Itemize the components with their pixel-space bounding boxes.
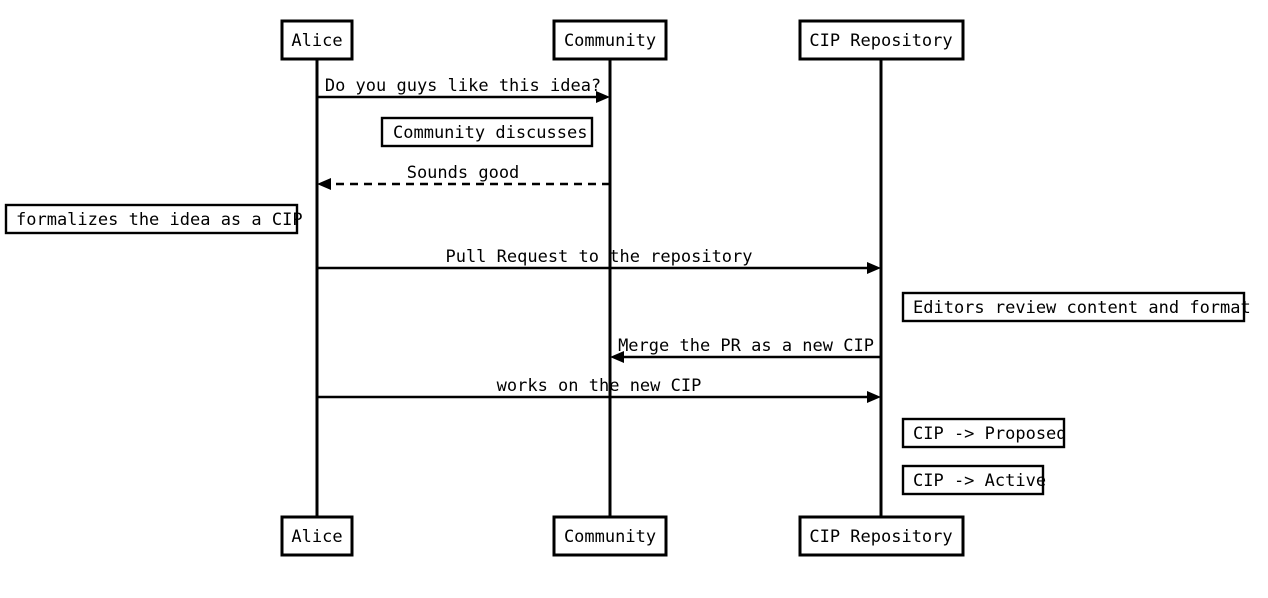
- message-merge-the-pr-as-a-new-cip[interactable]: Merge the PR as a new CIP: [610, 336, 881, 363]
- message-label-3: Pull Request to the repository: [445, 247, 752, 267]
- actor-label-community-top: Community: [564, 31, 656, 51]
- note-label-community-discusses: Community discusses: [393, 123, 587, 143]
- actor-boxes-bottom: Alice Community CIP Repository: [280, 515, 965, 557]
- message-works-on-the-new-cip[interactable]: works on the new CIP: [317, 376, 881, 403]
- note-label-cip-proposed: CIP -> Proposed: [913, 424, 1067, 444]
- arrowhead-right-5: [867, 391, 881, 403]
- actor-label-community-bottom: Community: [564, 527, 656, 547]
- arrowhead-left-2: [317, 178, 331, 190]
- sequence-diagram-svg: Alice Community CIP Repository Do you gu…: [4, 19, 1251, 557]
- message-label-5: works on the new CIP: [497, 376, 702, 396]
- actor-box-alice-top[interactable]: Alice: [280, 19, 354, 61]
- note-cip-active: CIP -> Active: [901, 464, 1046, 496]
- note-editors-review: Editors review content and format: [901, 291, 1251, 323]
- actor-label-alice-top: Alice: [291, 31, 342, 51]
- actor-boxes-top: Alice Community CIP Repository: [280, 19, 965, 61]
- actor-box-alice-bottom[interactable]: Alice: [280, 515, 354, 557]
- actor-box-community-bottom[interactable]: Community: [552, 515, 668, 557]
- actor-box-community-top[interactable]: Community: [552, 19, 668, 61]
- note-label-editors-review: Editors review content and format: [913, 298, 1251, 318]
- note-cip-proposed: CIP -> Proposed: [901, 417, 1067, 449]
- message-label-1: Do you guys like this idea?: [325, 76, 601, 96]
- note-label-cip-active: CIP -> Active: [913, 471, 1046, 491]
- note-community-discusses: Community discusses: [380, 116, 594, 148]
- actor-label-repository-bottom: CIP Repository: [809, 527, 952, 547]
- actor-label-alice-bottom: Alice: [291, 527, 342, 547]
- arrowhead-right-3: [867, 262, 881, 274]
- message-sounds-good[interactable]: Sounds good: [317, 163, 610, 190]
- message-do-you-guys-like-this-idea[interactable]: Do you guys like this idea?: [317, 76, 610, 103]
- message-pull-request-to-the-repository[interactable]: Pull Request to the repository: [317, 247, 881, 274]
- actor-box-repository-top[interactable]: CIP Repository: [798, 19, 965, 61]
- message-label-2: Sounds good: [407, 163, 520, 183]
- note-formalizes-idea: formalizes the idea as a CIP: [4, 203, 303, 235]
- actor-box-repository-bottom[interactable]: CIP Repository: [798, 515, 965, 557]
- actor-label-repository-top: CIP Repository: [809, 31, 952, 51]
- message-label-4: Merge the PR as a new CIP: [618, 336, 874, 356]
- arrowhead-right-1: [596, 91, 610, 103]
- sequence-diagram-canvas: Alice Community CIP Repository Do you gu…: [0, 0, 1268, 598]
- arrowhead-left-4: [610, 351, 624, 363]
- note-label-formalizes-idea: formalizes the idea as a CIP: [16, 210, 303, 230]
